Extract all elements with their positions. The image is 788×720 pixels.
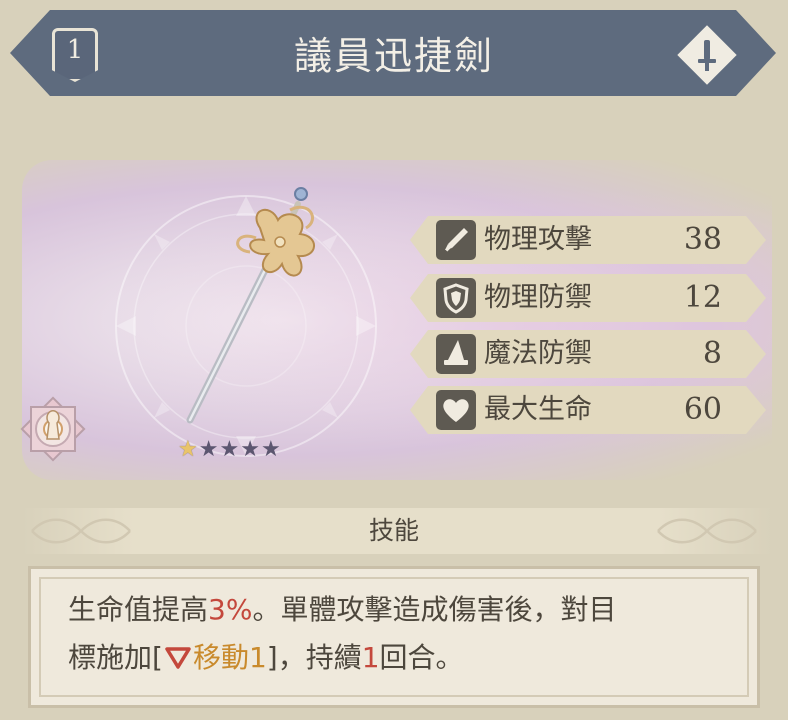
stat-label: 最大生命: [484, 394, 592, 425]
debuff-triangle-icon: [165, 647, 191, 669]
skill-description: 生命值提高3%。單體攻擊造成傷害後，對目 標施加[ 移動1]，持續1回合。: [68, 586, 738, 682]
knot-ornament-icon: [31, 518, 131, 544]
wizard-hat-icon: [436, 334, 476, 374]
desc-text: 生命值提高: [68, 593, 209, 626]
rune-flower-icon: [20, 396, 86, 462]
skill-description-line-1: 生命值提高3%。單體攻擊造成傷害後，對目: [68, 586, 738, 634]
desc-highlight-value: 1: [361, 641, 380, 674]
skill-title: 技能: [368, 516, 419, 545]
desc-text: ]，持續: [266, 641, 362, 674]
star-filled-icon: ★: [178, 437, 198, 462]
knot-ornament-icon: [657, 518, 757, 544]
star-empty-icon: ★: [198, 437, 219, 462]
weapon-rapier-image: [186, 187, 315, 424]
desc-text: 。單體攻擊造成傷害後，對目: [252, 593, 617, 626]
desc-text: 標施加[: [68, 641, 163, 674]
stat-value: 8: [702, 336, 722, 371]
stat-value: 60: [683, 392, 722, 427]
star-empty-icon: ★: [260, 437, 281, 462]
shield-icon: [436, 278, 476, 318]
weapon-card: 1 議員迅捷劍 ★ ★ ★ ★ ★ 物理攻擊 38 物理防禦 12 魔法防禦 8…: [0, 0, 788, 720]
stat-value: 12: [683, 280, 722, 315]
star-empty-icon: ★: [240, 437, 260, 462]
desc-status-effect: 移動1: [192, 641, 267, 674]
star-empty-icon: ★: [219, 437, 240, 462]
stat-label: 魔法防禦: [484, 338, 592, 369]
sword-icon: [436, 220, 476, 260]
rarity-stars: ★ ★ ★ ★ ★: [178, 436, 281, 466]
heart-icon: [436, 390, 476, 430]
stat-label: 物理攻擊: [484, 224, 592, 255]
sword-type-icon: [698, 40, 716, 71]
level-number: 1: [66, 35, 84, 65]
desc-highlight-value: 3%: [208, 593, 253, 626]
skill-description-line-2: 標施加[ 移動1]，持續1回合。: [68, 634, 738, 682]
desc-text: 回合。: [379, 641, 464, 674]
stat-label: 物理防禦: [484, 282, 592, 313]
weapon-name: 議員迅捷劍: [293, 34, 494, 78]
stat-value: 38: [683, 222, 722, 257]
